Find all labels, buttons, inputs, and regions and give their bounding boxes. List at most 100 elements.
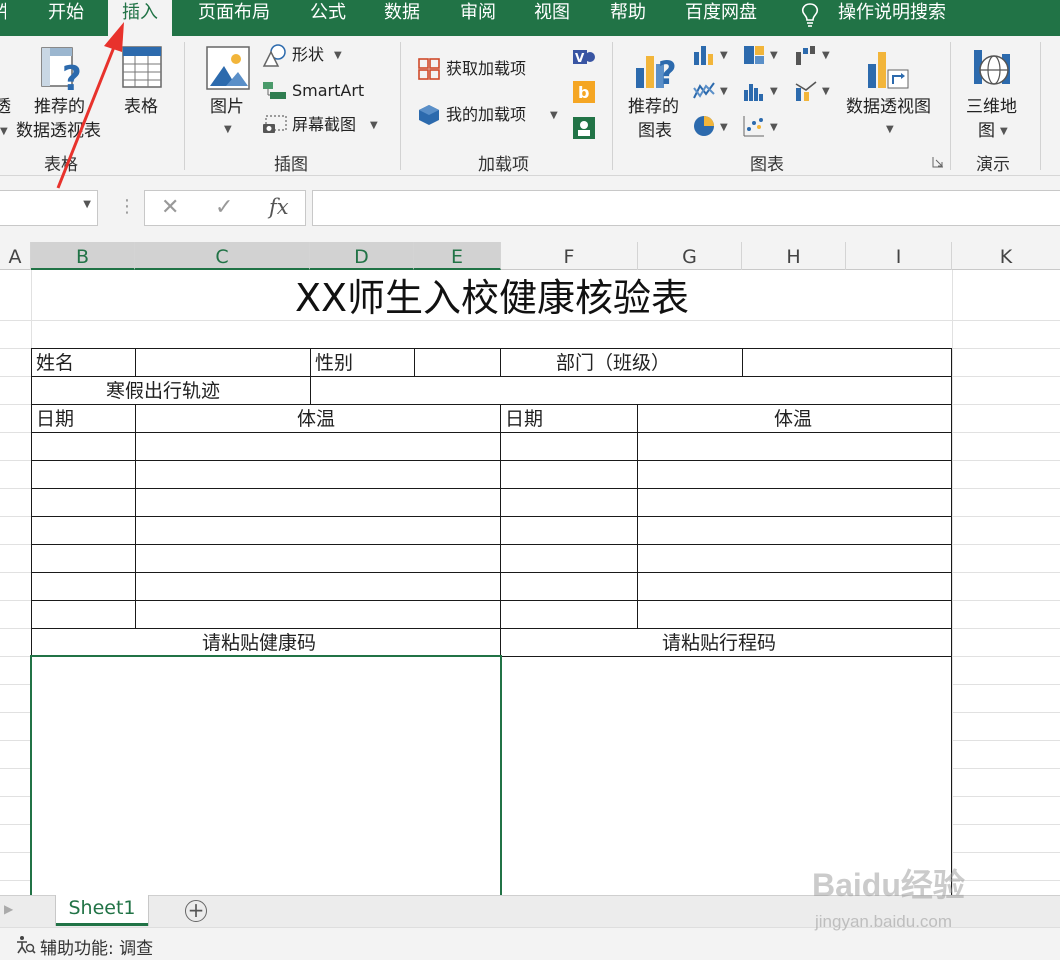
svg-text:?: ? [658, 54, 677, 92]
column-headers: A B C D E F G H I K [0, 242, 1060, 270]
cell-date-label-2[interactable]: 日期 [505, 406, 543, 432]
chevron-down-icon: ▼ [550, 110, 558, 121]
cell-name-label[interactable]: 姓名 [36, 350, 74, 376]
cell-temp-label-2[interactable]: 体温 [774, 406, 812, 432]
chevron-down-icon: ▼ [822, 86, 830, 97]
add-sheet-button[interactable]: + [185, 900, 207, 922]
table-border [31, 348, 952, 349]
pivot-chart-button[interactable]: 数据透视图 [846, 96, 931, 118]
scatter-chart-icon[interactable] [742, 114, 766, 138]
statistic-chart-icon[interactable] [742, 80, 766, 102]
group-separator [1040, 42, 1041, 170]
dialog-launcher-icon[interactable] [932, 156, 944, 168]
table-border [31, 544, 952, 545]
column-header-c[interactable]: C [135, 242, 310, 270]
menu-tab-baidu-netdisk[interactable]: 百度网盘 [685, 0, 757, 36]
group-label-addins: 加载项 [478, 155, 529, 175]
cell-trip-code-label[interactable]: 请粘贴行程码 [662, 630, 776, 656]
chevron-down-icon[interactable]: ▼ [83, 199, 91, 210]
menu-tab-file[interactable]: 件 [0, 0, 6, 36]
column-header-d[interactable]: D [310, 242, 414, 270]
menu-bar: 件 开始 插入 页面布局 公式 数据 审阅 视图 帮助 百度网盘 操作说明搜索 [0, 0, 1060, 36]
pivot-table-button-edge[interactable]: 透 [0, 96, 11, 118]
tell-me-search[interactable]: 操作说明搜索 [838, 0, 946, 36]
table-border [31, 404, 952, 405]
menu-tab-data[interactable]: 数据 [384, 0, 420, 36]
my-addins-button[interactable]: 我的加载项 [446, 104, 526, 126]
cell-health-code-label[interactable]: 请粘贴健康码 [202, 630, 316, 656]
table-border [951, 348, 952, 895]
table-border [637, 404, 638, 628]
column-header-f[interactable]: F [501, 242, 638, 270]
tab-scroll-left-icon[interactable]: ▶ [4, 902, 13, 916]
combo-chart-icon[interactable] [794, 80, 818, 102]
chevron-down-icon: ▼ [334, 50, 342, 61]
chevron-down-icon: ▼ [720, 50, 728, 61]
grip-icon[interactable]: ⋮ [118, 196, 136, 217]
pie-chart-icon[interactable] [692, 114, 716, 138]
column-chart-icon[interactable] [692, 44, 716, 66]
3d-map-label-1[interactable]: 三维地 [966, 96, 1017, 118]
menu-tab-help[interactable]: 帮助 [610, 0, 646, 36]
waterfall-chart-icon[interactable] [794, 44, 818, 66]
cell-temp-label-1[interactable]: 体温 [297, 406, 335, 432]
selected-range[interactable] [30, 655, 502, 895]
insert-function-icon[interactable]: fx [269, 195, 289, 219]
cell-travel-label[interactable]: 寒假出行轨迹 [106, 378, 220, 404]
lightbulb-icon [801, 3, 819, 27]
sheet-title[interactable]: XX师生入校健康核验表 [32, 276, 952, 320]
recommended-charts-icon: ? [636, 54, 677, 92]
chevron-down-icon: ▼ [720, 122, 728, 133]
cell-date-label-1[interactable]: 日期 [36, 406, 74, 432]
shapes-icon [262, 44, 286, 67]
column-header-a[interactable]: A [0, 242, 31, 270]
name-box[interactable]: ▼ [0, 190, 98, 226]
enter-icon[interactable]: ✓ [215, 195, 233, 220]
3d-map-label-2[interactable]: 图 [978, 120, 995, 142]
chevron-down-icon: ▼ [770, 86, 778, 97]
get-addins-button[interactable]: 获取加载项 [446, 58, 526, 80]
my-addins-icon [419, 105, 439, 125]
gridline [32, 320, 952, 321]
column-header-e[interactable]: E [414, 242, 501, 270]
bing-maps-icon: b [573, 81, 595, 103]
cell-gender-label[interactable]: 性别 [315, 350, 353, 376]
pictures-button[interactable]: 图片 [210, 96, 244, 118]
group-separator [184, 42, 185, 170]
table-border [414, 348, 415, 376]
menu-tab-page-layout[interactable]: 页面布局 [198, 0, 270, 36]
group-separator [400, 42, 401, 170]
chevron-down-icon: ▼ [822, 50, 830, 61]
worksheet-grid[interactable]: XX师生入校健康核验表 姓名 性别 部门（班级） 寒假出行轨迹 日期 体温 日期… [0, 270, 1060, 895]
group-separator [950, 42, 951, 170]
screenshot-icon [263, 115, 287, 133]
shapes-button[interactable]: 形状 [292, 44, 324, 66]
table-border [135, 348, 136, 376]
svg-text:b: b [578, 83, 589, 102]
screenshot-button[interactable]: 屏幕截图 [292, 114, 356, 136]
accessibility-status[interactable]: 辅助功能: 调查 [40, 934, 153, 959]
recommended-charts-label-2[interactable]: 图表 [638, 120, 672, 142]
column-header-k[interactable]: K [952, 242, 1060, 270]
column-header-h[interactable]: H [742, 242, 846, 270]
smartart-icon [263, 82, 286, 99]
column-header-g[interactable]: G [638, 242, 742, 270]
table-border [500, 348, 501, 376]
ribbon: 透 ▼ ? 推荐的 数据透视表 表格 表格 图片 ▼ 形状 ▼ SmartArt… [0, 36, 1060, 176]
recommended-charts-label-1[interactable]: 推荐的 [628, 96, 679, 118]
line-chart-icon[interactable] [692, 80, 716, 102]
column-header-b[interactable]: B [31, 242, 135, 270]
group-separator [612, 42, 613, 170]
cancel-icon[interactable]: ✕ [161, 195, 179, 220]
menu-tab-review[interactable]: 审阅 [460, 0, 496, 36]
menu-tab-formulas[interactable]: 公式 [310, 0, 346, 36]
3d-map-icon [974, 50, 1010, 85]
sheet-tab-sheet1[interactable]: Sheet1 [56, 895, 148, 926]
column-header-i[interactable]: I [846, 242, 952, 270]
hierarchy-chart-icon[interactable] [742, 44, 766, 66]
formula-input[interactable] [312, 190, 1060, 226]
table-border [31, 460, 952, 461]
menu-tab-view[interactable]: 视图 [534, 0, 570, 36]
cell-dept-label[interactable]: 部门（班级） [556, 350, 670, 376]
smartart-button[interactable]: SmartArt [292, 80, 364, 102]
